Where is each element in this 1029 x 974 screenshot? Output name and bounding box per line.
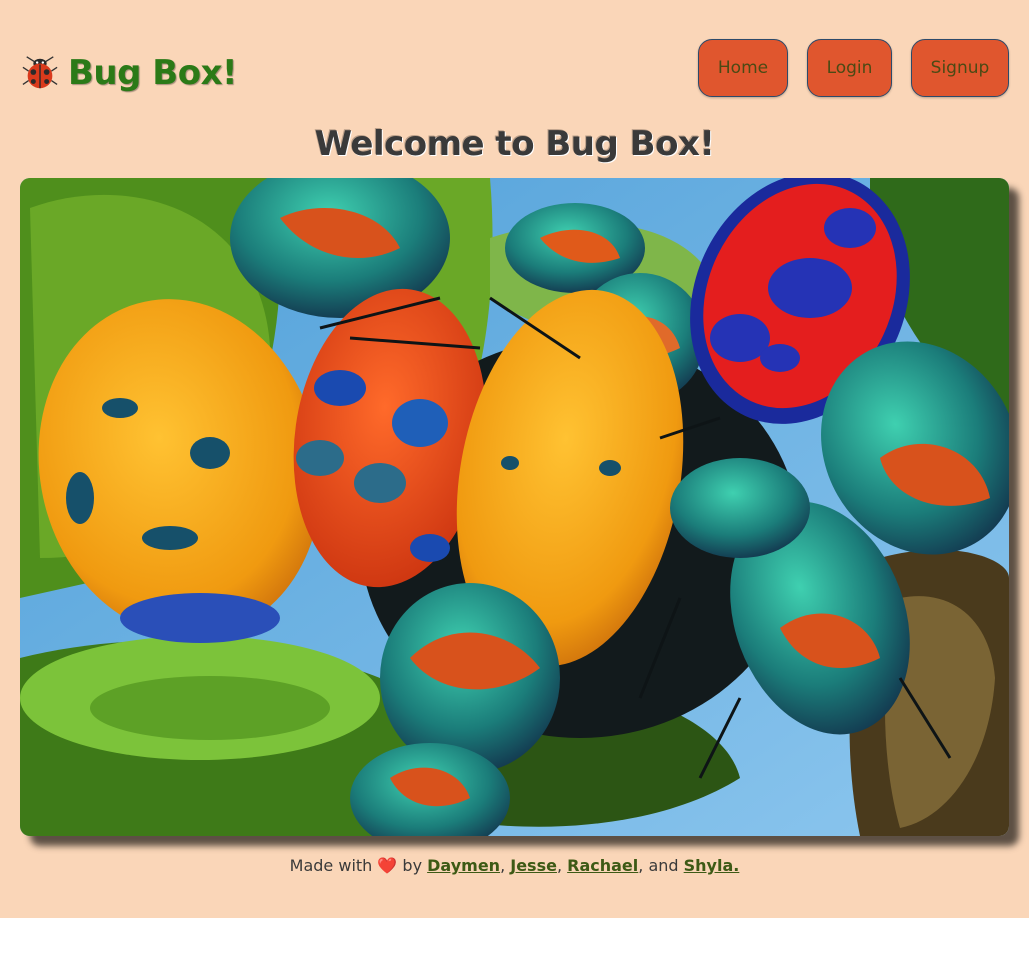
footer-sep: , [500, 856, 506, 875]
author-link-rachael[interactable]: Rachael [567, 856, 638, 875]
footer-by: by [402, 856, 423, 875]
footer-sep: , [556, 856, 563, 875]
site-logo[interactable]: Bug Box! [21, 50, 238, 96]
author-link-jesse[interactable]: Jesse [510, 856, 557, 875]
nav-signup-button[interactable]: Signup [911, 39, 1009, 97]
author-link-daymen[interactable]: Daymen [427, 856, 500, 875]
author-link-shyla[interactable]: Shyla. [684, 856, 740, 875]
brand-name: Bug Box! [68, 53, 238, 93]
page: Bug Box! Home Login Signup Welcome to Bu… [0, 0, 1029, 918]
footer-and: , and [638, 856, 679, 875]
footer: Made with ❤️ by Daymen, Jesse, Rachael, … [0, 856, 1029, 875]
nav-login-button[interactable]: Login [807, 39, 892, 97]
ladybug-icon [22, 56, 58, 89]
hero-image [20, 178, 1009, 836]
nav-home-button[interactable]: Home [698, 39, 788, 97]
heart-icon: ❤️ [377, 856, 398, 875]
page-title: Welcome to Bug Box! [314, 124, 715, 164]
footer-made-with: Made with [289, 856, 373, 875]
